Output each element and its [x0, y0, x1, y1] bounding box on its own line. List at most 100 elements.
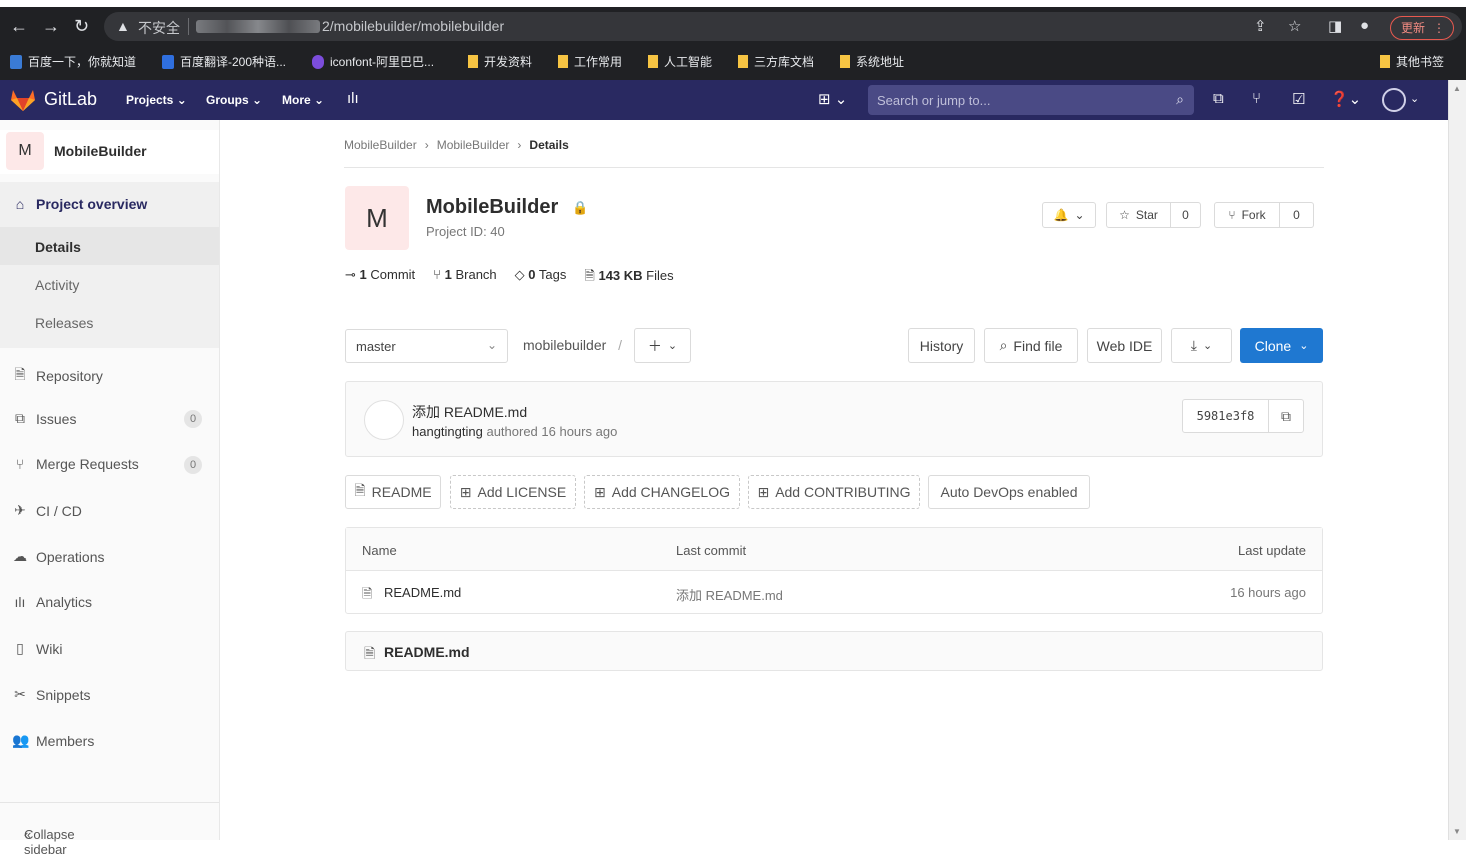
issues-icon: ⧉ [15, 410, 25, 426]
plus-square-icon: ⊞ [459, 483, 472, 500]
add-changelog-button[interactable]: ⊞ Add CHANGELOG [584, 475, 740, 509]
scroll-down-icon[interactable]: ▼ [1453, 827, 1461, 836]
branch-select[interactable]: master ⌄ [345, 329, 508, 363]
tag-icon: ◇ [514, 267, 525, 282]
sidebar-item-issues[interactable]: ⧉ Issues [12, 410, 76, 427]
nav-more[interactable]: More ⌄ [282, 93, 324, 107]
forward-icon[interactable]: → [42, 16, 60, 36]
sidebar-item-operations[interactable]: ☁ Operations [12, 548, 104, 565]
clone-button[interactable]: Clone ⌄ [1240, 328, 1323, 363]
address-bar[interactable]: ▲ 不安全 2/mobilebuilder/mobilebuilder ⇪ ☆ [104, 12, 1462, 41]
download-icon: ⤓ [1190, 337, 1197, 353]
scroll-up-icon[interactable]: ▲ [1453, 84, 1461, 93]
star-button[interactable]: ☆ Star [1106, 202, 1171, 228]
star-count[interactable]: 0 [1171, 202, 1201, 228]
sidebar-item-members[interactable]: 👥 Members [12, 732, 94, 749]
sidebar-item-analytics[interactable]: ılı Analytics [12, 594, 92, 610]
nav-groups[interactable]: Groups ⌄ [206, 93, 262, 107]
issues-icon[interactable]: ⧉ [1213, 90, 1224, 107]
new-item-icon[interactable]: ⊞ ⌄ [818, 90, 847, 108]
bookmark-folder[interactable]: 三方库文档 [738, 53, 814, 70]
url-text[interactable]: 2/mobilebuilder/mobilebuilder [322, 18, 504, 34]
window-top-edge [0, 0, 1466, 7]
commit-sha[interactable]: 5981e3f8 [1182, 399, 1269, 433]
breadcrumb-link[interactable]: MobileBuilder [344, 138, 417, 152]
bookmark-label: 百度一下，你就知道 [28, 55, 137, 69]
bookmark-folder[interactable]: 系统地址 [840, 53, 904, 70]
todos-icon[interactable]: ☑ [1292, 90, 1305, 108]
page-scrollbar[interactable]: ▲ ▼ [1448, 80, 1466, 840]
readme-title[interactable]: README.md [384, 644, 470, 660]
sidebar-subitem-details[interactable]: Details [35, 239, 81, 255]
add-license-button[interactable]: ⊞ Add LICENSE [450, 475, 576, 509]
commit-author[interactable]: hangtingting [412, 424, 483, 439]
merge-requests-count-badge: 0 [184, 456, 202, 474]
bookmark-item[interactable]: 百度一下，你就知道 [10, 53, 136, 70]
file-commit-link[interactable]: 添加 README.md [676, 585, 783, 604]
update-button[interactable]: 更新 ⋮ [1390, 16, 1454, 40]
gitlab-logo-icon[interactable] [10, 88, 36, 112]
table-row[interactable]: 🗎 README.md 添加 README.md 16 hours ago [346, 571, 1322, 613]
branches-stat[interactable]: ⑂ 1 Branch [433, 267, 497, 289]
gitlab-brand[interactable]: GitLab [44, 89, 97, 110]
file-name-link[interactable]: README.md [384, 585, 461, 600]
bookmark-folder[interactable]: 开发资料 [468, 53, 532, 70]
bookmark-star-icon[interactable]: ☆ [1288, 17, 1301, 35]
search-input[interactable]: Search or jump to... ⌕ [868, 85, 1194, 115]
bookmark-item[interactable]: 百度翻译-200种语... [162, 53, 286, 70]
issues-count-badge: 0 [184, 410, 202, 428]
user-avatar[interactable] [1382, 88, 1406, 112]
repo-path[interactable]: mobilebuilder / [523, 337, 622, 353]
chevron-down-icon[interactable]: ⌄ [1410, 92, 1419, 105]
copy-sha-button[interactable]: ⧉ [1268, 399, 1304, 433]
folder-icon [738, 55, 748, 68]
history-button[interactable]: History [908, 328, 975, 363]
web-ide-button[interactable]: Web IDE [1087, 328, 1162, 363]
activity-chart-icon[interactable]: ılı [347, 90, 359, 107]
sidebar-item-project-overview[interactable]: ⌂ Project overview [12, 196, 148, 212]
sidebar-item-ci-cd[interactable]: ✈ CI / CD [12, 502, 82, 519]
bookmark-folder[interactable]: 人工智能 [648, 53, 712, 70]
sidebar-item-label: CI / CD [36, 502, 82, 519]
find-file-button[interactable]: ⌕ Find file [984, 328, 1078, 363]
fork-button[interactable]: ⑂ Fork [1214, 202, 1280, 228]
profile-icon[interactable]: ● [1360, 17, 1369, 34]
commits-stat[interactable]: ⊸ 1 Commit [345, 267, 415, 289]
sidebar-item-repository[interactable]: 🗎 Repository [12, 364, 103, 388]
share-icon[interactable]: ⇪ [1254, 17, 1267, 35]
notification-button[interactable]: 🔔 ⌄ [1042, 202, 1096, 228]
sidebar-item-merge-requests[interactable]: ⑂ Merge Requests [12, 456, 139, 472]
merge-requests-icon[interactable]: ⑂ [1252, 90, 1261, 107]
back-icon[interactable]: ← [10, 16, 28, 36]
collapse-sidebar-button[interactable]: « Collapse sidebar [0, 802, 219, 855]
add-contributing-button[interactable]: ⊞ Add CONTRIBUTING [748, 475, 920, 509]
breadcrumb-link[interactable]: MobileBuilder [437, 138, 510, 152]
bookmark-label: 百度翻译-200种语... [180, 55, 287, 69]
commit-title[interactable]: 添加 README.md [412, 402, 527, 422]
sidebar-item-snippets[interactable]: ✂ Snippets [12, 686, 90, 703]
sidepanel-icon[interactable]: ◨ [1328, 17, 1342, 35]
other-bookmarks[interactable]: 其他书签 [1380, 53, 1444, 70]
fork-count[interactable]: 0 [1280, 202, 1314, 228]
files-stat[interactable]: 🗎 143 KB Files [584, 267, 673, 289]
folder-icon [840, 55, 850, 68]
sidebar-subitem-activity[interactable]: Activity [35, 277, 79, 293]
bookmark-item[interactable]: iconfont-阿里巴巴... [312, 53, 434, 70]
help-icon[interactable]: ❓⌄ [1330, 90, 1361, 108]
folder-icon [1380, 55, 1390, 68]
sidebar-project-header[interactable]: M MobileBuilder [0, 130, 219, 174]
auto-devops-button[interactable]: Auto DevOps enabled [928, 475, 1090, 509]
column-header-last-update: Last update [1238, 543, 1306, 558]
reload-icon[interactable]: ↻ [74, 16, 89, 36]
sidebar-subitem-releases[interactable]: Releases [35, 315, 93, 331]
readme-button[interactable]: 🗎 README [345, 475, 441, 509]
sidebar-item-wiki[interactable]: ▯ Wiki [12, 640, 62, 657]
add-to-tree-button[interactable]: ＋ ⌄ [634, 328, 691, 363]
download-button[interactable]: ⤓ ⌄ [1171, 328, 1232, 363]
nav-projects[interactable]: Projects ⌄ [126, 93, 187, 107]
bookmark-folder[interactable]: 工作常用 [558, 53, 622, 70]
tags-stat[interactable]: ◇ 0 Tags [515, 267, 567, 289]
sidebar-item-label: Repository [36, 368, 103, 384]
author-avatar[interactable] [364, 400, 404, 440]
nav-label: More [282, 93, 311, 107]
